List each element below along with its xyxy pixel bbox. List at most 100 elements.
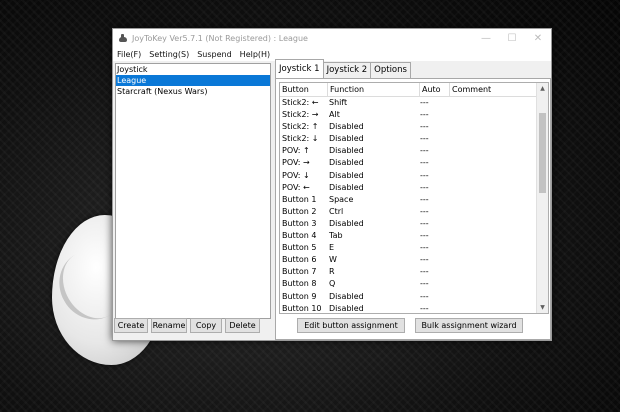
cell-button: Stick2: ← bbox=[282, 98, 319, 107]
cell-comment bbox=[447, 266, 539, 278]
cell-function: Space bbox=[329, 194, 354, 204]
menu-help[interactable]: Help(H) bbox=[236, 50, 275, 59]
cell-auto: --- bbox=[420, 134, 429, 144]
cell-auto: --- bbox=[420, 218, 429, 228]
cell-button: Stick2: ↓ bbox=[282, 134, 319, 144]
cell-auto: --- bbox=[420, 231, 429, 241]
cell-button: POV: → bbox=[282, 158, 310, 168]
cell-comment bbox=[447, 109, 539, 121]
scroll-thumb[interactable] bbox=[539, 113, 546, 193]
cell-function: Tab bbox=[329, 231, 343, 241]
table-row[interactable]: Button 10 Disabled --- bbox=[280, 303, 548, 313]
cell-auto: --- bbox=[420, 182, 429, 192]
cell-comment bbox=[447, 230, 539, 242]
menu-file[interactable]: File(F) bbox=[113, 50, 145, 59]
tab-joystick-1[interactable]: Joystick 1 bbox=[275, 59, 324, 78]
minimize-button[interactable]: — bbox=[473, 29, 499, 48]
profile-item-starcraft[interactable]: Starcraft (Nexus Wars) bbox=[116, 86, 270, 97]
cell-function: W bbox=[329, 255, 337, 265]
profile-button-bar: Create Rename Copy Delete bbox=[114, 318, 260, 333]
close-button[interactable]: ✕ bbox=[525, 29, 551, 48]
cell-auto: --- bbox=[420, 267, 429, 277]
button-assignment-table: Button Function Auto Comment Stick2: ← Sh… bbox=[279, 82, 549, 314]
cell-function: R bbox=[329, 267, 335, 277]
cell-comment bbox=[447, 291, 539, 303]
table-row[interactable]: Button 7 R --- bbox=[280, 266, 548, 278]
profile-item-joystick[interactable]: Joystick bbox=[116, 64, 270, 75]
table-row[interactable]: Button 2 Ctrl --- bbox=[280, 206, 548, 218]
tab-joystick-2[interactable]: Joystick 2 bbox=[322, 62, 372, 78]
cell-function: Q bbox=[329, 279, 336, 289]
title-bar[interactable]: JoyToKey Ver5.7.1 (Not Registered) : Lea… bbox=[113, 29, 551, 48]
edit-button-assignment-button[interactable]: Edit button assignment bbox=[297, 318, 405, 333]
cell-button: Button 3 bbox=[282, 218, 317, 228]
cell-comment bbox=[447, 218, 539, 230]
table-row[interactable]: Stick2: ↑ Disabled --- bbox=[280, 121, 548, 133]
copy-button[interactable]: Copy bbox=[190, 318, 222, 333]
table-row[interactable]: Button 5 E --- bbox=[280, 242, 548, 254]
table-row[interactable]: Stick2: ← Shift --- bbox=[280, 97, 548, 109]
cell-comment bbox=[447, 170, 539, 182]
table-row[interactable]: Button 3 Disabled --- bbox=[280, 218, 548, 230]
table-row[interactable]: Button 4 Tab --- bbox=[280, 230, 548, 242]
profile-item-league[interactable]: League bbox=[116, 75, 270, 86]
column-header-auto[interactable]: Auto bbox=[420, 83, 450, 96]
table-row[interactable]: Button 9 Disabled --- bbox=[280, 291, 548, 303]
cell-auto: --- bbox=[420, 158, 429, 168]
table-row[interactable]: POV: ↑ Disabled --- bbox=[280, 145, 548, 157]
joytokey-window: JoyToKey Ver5.7.1 (Not Registered) : Lea… bbox=[112, 28, 552, 341]
cell-comment bbox=[447, 206, 539, 218]
cell-button: Button 1 bbox=[282, 194, 317, 204]
cell-function: Disabled bbox=[329, 146, 364, 156]
cell-function: Disabled bbox=[329, 122, 364, 132]
cell-comment bbox=[447, 121, 539, 133]
cell-auto: --- bbox=[420, 194, 429, 204]
cell-function: Disabled bbox=[329, 303, 364, 313]
maximize-button[interactable]: ☐ bbox=[499, 29, 525, 48]
menu-setting[interactable]: Setting(S) bbox=[145, 50, 193, 59]
cell-button: Stick2: ↑ bbox=[282, 122, 319, 132]
scroll-up-arrow-icon[interactable]: ▲ bbox=[537, 83, 548, 94]
table-row[interactable]: Button 1 Space --- bbox=[280, 194, 548, 206]
cell-comment bbox=[447, 278, 539, 290]
cell-auto: --- bbox=[420, 243, 429, 253]
cell-button: Button 8 bbox=[282, 279, 317, 289]
cell-comment bbox=[447, 157, 539, 169]
column-header-comment[interactable]: Comment bbox=[450, 83, 543, 96]
create-button[interactable]: Create bbox=[114, 318, 148, 333]
joystick-icon bbox=[118, 33, 128, 44]
cell-auto: --- bbox=[420, 279, 429, 289]
cell-comment bbox=[447, 182, 539, 194]
table-body: Stick2: ← Shift --- Stick2: → Alt --- Stick2: … bbox=[280, 97, 548, 313]
cell-auto: --- bbox=[420, 170, 429, 180]
cell-function: Disabled bbox=[329, 182, 364, 192]
cell-auto: --- bbox=[420, 291, 429, 301]
profile-list[interactable]: Joystick League Starcraft (Nexus Wars) bbox=[115, 63, 271, 319]
cell-function: Disabled bbox=[329, 158, 364, 168]
menu-suspend[interactable]: Suspend bbox=[193, 50, 235, 59]
table-row[interactable]: Button 6 W --- bbox=[280, 254, 548, 266]
bulk-assignment-wizard-button[interactable]: Bulk assignment wizard bbox=[415, 318, 523, 333]
table-row[interactable]: Stick2: → Alt --- bbox=[280, 109, 548, 121]
table-row[interactable]: POV: → Disabled --- bbox=[280, 157, 548, 169]
rename-button[interactable]: Rename bbox=[151, 318, 187, 333]
window-title: JoyToKey Ver5.7.1 (Not Registered) : Lea… bbox=[132, 34, 308, 43]
tab-options[interactable]: Options bbox=[370, 62, 411, 78]
table-row[interactable]: Button 8 Q --- bbox=[280, 278, 548, 290]
cell-comment bbox=[447, 145, 539, 157]
delete-button[interactable]: Delete bbox=[225, 318, 260, 333]
cell-function: Disabled bbox=[329, 291, 364, 301]
cell-auto: --- bbox=[420, 255, 429, 265]
column-header-button[interactable]: Button bbox=[280, 83, 328, 96]
column-header-function[interactable]: Function bbox=[328, 83, 420, 96]
table-row[interactable]: POV: ← Disabled --- bbox=[280, 182, 548, 194]
table-scrollbar[interactable]: ▲ ▼ bbox=[536, 83, 548, 313]
table-row[interactable]: POV: ↓ Disabled --- bbox=[280, 170, 548, 182]
table-row[interactable]: Stick2: ↓ Disabled --- bbox=[280, 133, 548, 145]
scroll-down-arrow-icon[interactable]: ▼ bbox=[537, 302, 548, 313]
cell-function: Disabled bbox=[329, 218, 364, 228]
cell-function: Alt bbox=[329, 110, 340, 120]
table-header: Button Function Auto Comment bbox=[280, 83, 548, 97]
cell-auto: --- bbox=[420, 146, 429, 156]
cell-button: Button 4 bbox=[282, 231, 317, 241]
